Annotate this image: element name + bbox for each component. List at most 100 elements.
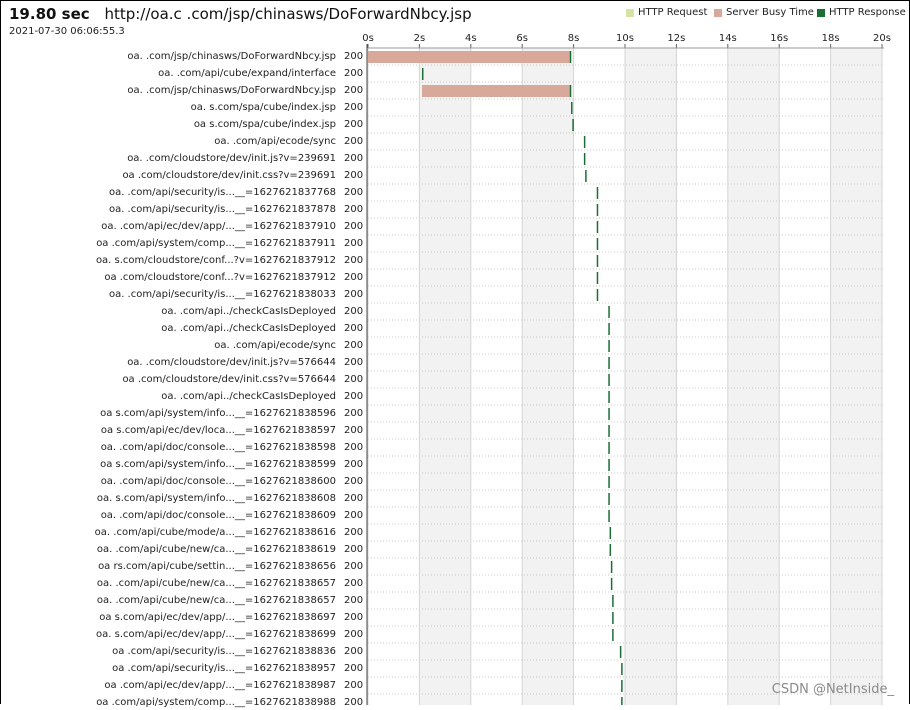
status-code-label: 200 xyxy=(344,374,364,385)
request-url-label: oa. .com/api/ec/dev/app/...__=1627621837… xyxy=(101,221,336,232)
http-response-bar xyxy=(583,153,586,165)
http-response-bar xyxy=(612,595,614,607)
request-url-label: oa .com/cloudstore/dev/init.css?v=239691 xyxy=(122,170,336,181)
request-url-label: oa. .com/api/ecode/sync xyxy=(214,136,336,147)
status-code-label: 200 xyxy=(344,408,364,419)
request-url-label: oa s.com/api/system/info...__=1627621838… xyxy=(100,459,336,470)
status-code-label: 200 xyxy=(344,357,364,368)
request-url-label: oa. .com/api/security/is...__=1627621838… xyxy=(108,289,336,300)
request-url-label: oa. .com/api../checkCasIsDeployed xyxy=(161,391,336,402)
status-code-label: 200 xyxy=(344,119,364,130)
http-response-bar xyxy=(596,289,599,301)
x-tick-label: 12s xyxy=(667,33,685,44)
grid-band xyxy=(727,48,780,705)
request-url-label: oa. .com/api/doc/console...__=1627621838… xyxy=(100,442,336,453)
status-code-label: 200 xyxy=(344,680,364,691)
request-url-label: oa. .com/api/cube/expand/interface xyxy=(158,68,336,79)
status-code-label: 200 xyxy=(344,425,364,436)
http-response-bar xyxy=(621,680,623,692)
request-url-label: oa. s.com/spa/cube/index.jsp xyxy=(190,102,336,113)
request-url-label: oa .com/cloudstore/dev/init.css?v=576644 xyxy=(122,374,336,385)
http-response-bar xyxy=(571,102,573,114)
request-url-label: oa. .com/api../checkCasIsDeployed xyxy=(161,306,336,317)
http-response-bar xyxy=(608,510,610,522)
request-url-label: oa. .com/api/doc/console...__=1627621838… xyxy=(100,510,336,521)
request-url-label: oa rs.com/api/cube/settin...__=162762183… xyxy=(98,561,336,572)
http-response-bar xyxy=(621,663,623,675)
x-tick-label: 4s xyxy=(465,33,477,44)
http-response-bar xyxy=(608,459,610,471)
http-response-bar xyxy=(608,425,610,437)
request-url-label: oa s.com/spa/cube/index.jsp xyxy=(193,119,336,130)
grid-band xyxy=(830,48,882,705)
status-code-label: 200 xyxy=(344,612,364,623)
status-code-label: 200 xyxy=(344,476,364,487)
request-url-label: oa. .com/api/cube/new/ca...__=1627621838… xyxy=(96,578,336,589)
request-url-label: oa. .com/jsp/chinasws/DoForwardNbcy.jsp xyxy=(127,51,336,62)
request-url-label: oa. s.com/api/ec/dev/app/...__=162762183… xyxy=(96,629,336,640)
http-response-bar xyxy=(569,85,572,97)
request-url-label: oa s.com/api/system/info...__=1627621838… xyxy=(100,408,336,419)
http-response-bar xyxy=(421,68,424,80)
status-code-label: 200 xyxy=(344,697,364,708)
status-code-label: 200 xyxy=(344,459,364,470)
http-response-bar xyxy=(608,493,610,505)
status-code-label: 200 xyxy=(344,221,364,232)
request-url-label: oa. .com/cloudstore/dev/init.js?v=576644 xyxy=(127,357,336,368)
request-url-label: oa .com/cloudstore/conf...?v=16276218379… xyxy=(104,272,336,283)
request-url-label: oa. s.com/cloudstore/conf...?v=162762183… xyxy=(95,255,336,266)
http-response-bar xyxy=(621,697,623,705)
http-response-bar xyxy=(608,442,610,454)
x-tick-label: 6s xyxy=(516,33,528,44)
x-tick-label: 18s xyxy=(822,33,840,44)
status-code-label: 200 xyxy=(344,663,364,674)
status-code-label: 200 xyxy=(344,340,364,351)
grid-band xyxy=(522,48,574,705)
status-code-label: 200 xyxy=(344,170,364,181)
server-busy-bar xyxy=(368,51,570,63)
status-code-label: 200 xyxy=(344,153,364,164)
status-code-label: 200 xyxy=(344,323,364,334)
http-response-bar xyxy=(596,255,599,267)
x-tick-label: 14s xyxy=(719,33,737,44)
request-url-label: oa. .com/api/doc/console...__=1627621838… xyxy=(100,476,336,487)
status-code-label: 200 xyxy=(344,493,364,504)
http-response-bar xyxy=(608,306,610,318)
http-response-bar xyxy=(609,544,612,556)
http-response-bar xyxy=(608,340,610,352)
request-url-label: oa .com/api/system/comp...__=16276218379… xyxy=(96,238,336,249)
status-code-label: 200 xyxy=(344,595,364,606)
status-code-label: 200 xyxy=(344,527,364,538)
request-url-label: oa .com/api/system/comp...__=16276218389… xyxy=(96,697,336,708)
http-response-bar xyxy=(596,221,599,233)
http-response-bar xyxy=(572,119,574,131)
http-response-bar xyxy=(608,391,610,403)
status-code-label: 200 xyxy=(344,102,364,113)
status-code-label: 200 xyxy=(344,629,364,640)
request-url-label: oa. .com/api/security/is...__=1627621837… xyxy=(108,187,336,198)
request-url-label: oa. .com/api/security/is...__=1627621837… xyxy=(108,204,336,215)
http-response-bar xyxy=(596,187,599,199)
status-code-label: 200 xyxy=(344,510,364,521)
status-code-label: 200 xyxy=(344,255,364,266)
status-code-label: 200 xyxy=(344,306,364,317)
http-response-bar xyxy=(569,51,572,63)
http-response-bar xyxy=(596,238,599,250)
request-url-label: oa. .com/api../checkCasIsDeployed xyxy=(161,323,336,334)
request-url-label: oa s.com/api/ec/dev/loca...__=1627621838… xyxy=(100,425,336,436)
http-response-bar xyxy=(609,527,612,539)
request-url-label: oa .com/api/security/is...__=16276218389… xyxy=(112,663,336,674)
status-code-label: 200 xyxy=(344,68,364,79)
http-response-bar xyxy=(612,612,614,624)
x-tick-label: 2s xyxy=(414,33,426,44)
request-url-label: oa. .com/api/cube/mode/a...__=1627621838… xyxy=(94,527,336,538)
x-tick-label: 0s xyxy=(362,33,374,44)
http-response-bar xyxy=(608,476,610,488)
status-code-label: 200 xyxy=(344,578,364,589)
request-url-label: oa. .com/jsp/chinasws/DoForwardNbcy.jsp xyxy=(127,85,336,96)
status-code-label: 200 xyxy=(344,272,364,283)
status-code-label: 200 xyxy=(344,238,364,249)
request-url-label: oa. .com/api/cube/new/ca...__=1627621838… xyxy=(96,595,336,606)
http-response-bar xyxy=(583,136,586,148)
server-busy-bar xyxy=(421,85,570,97)
